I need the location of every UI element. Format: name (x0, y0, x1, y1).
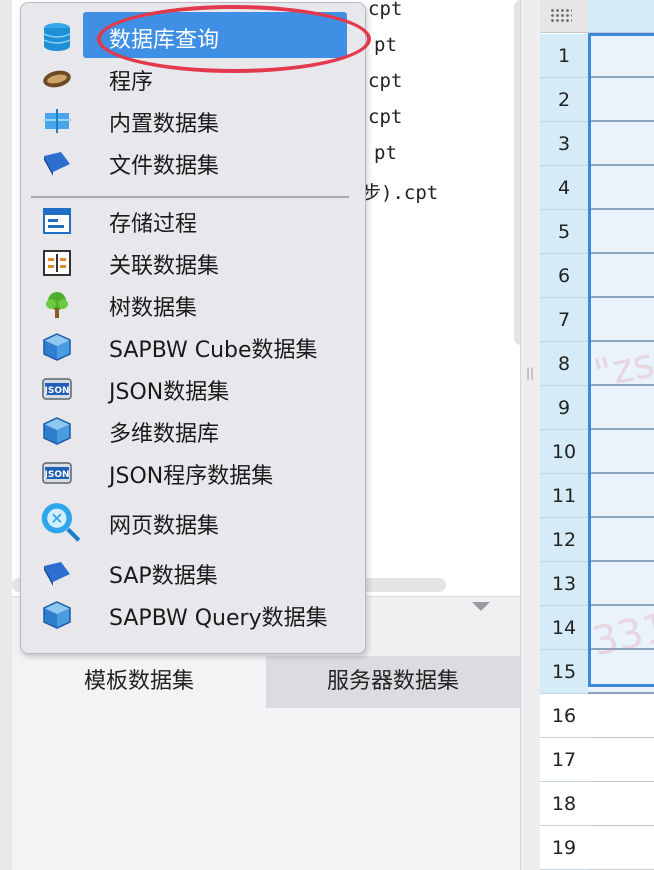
row-header[interactable]: 1 (540, 34, 588, 78)
menu-item-label: JSON程序数据集 (109, 464, 274, 489)
menu-item-label: SAPBW Query数据集 (109, 606, 328, 631)
row-header[interactable]: 18 (540, 782, 588, 826)
row-header[interactable]: 9 (540, 386, 588, 430)
builtin-dataset-icon (43, 109, 71, 133)
grid-cell[interactable] (588, 562, 654, 606)
grid-cell[interactable] (588, 298, 654, 342)
row-header[interactable]: 16 (540, 694, 588, 738)
menu-item-sap-dataset[interactable]: SAP数据集 (21, 552, 365, 594)
cube-icon (43, 417, 71, 445)
file-dataset-icon (44, 152, 70, 176)
menu-item-label: 关联数据集 (109, 254, 220, 279)
menu-item-json-dataset[interactable]: JSON JSON数据集 (21, 368, 365, 410)
row-header[interactable]: 10 (540, 430, 588, 474)
grid-cell[interactable] (588, 518, 654, 562)
menu-item-json-program-dataset[interactable]: JSON JSON程序数据集 (21, 452, 365, 494)
menu-item-tree-dataset[interactable]: 树数据集 (21, 284, 365, 326)
grid-cell[interactable] (588, 34, 654, 78)
json-icon: JSON (42, 462, 72, 484)
menu-item-label: JSON数据集 (109, 380, 230, 405)
menu-item-sapbw-query[interactable]: SAPBW Query数据集 (21, 594, 365, 636)
grid-cell[interactable] (588, 782, 654, 826)
row-header[interactable]: 15 (540, 650, 588, 694)
grid-cell[interactable] (588, 78, 654, 122)
database-icon (43, 23, 71, 51)
menu-item-label: 网页数据集 (109, 514, 220, 539)
menu-item-label: 存储过程 (109, 212, 198, 237)
grid-cell[interactable] (588, 210, 654, 254)
row-header[interactable]: 17 (540, 738, 588, 782)
file-item[interactable]: pt (374, 142, 397, 164)
menu-item-builtin-dataset[interactable]: 内置数据集 (21, 100, 365, 142)
sap-icon (44, 562, 70, 586)
grid-corner[interactable] (540, 0, 588, 33)
tab-server-dataset[interactable]: 服务器数据集 (266, 656, 520, 708)
cube-icon (43, 333, 71, 361)
menu-item-label: SAPBW Cube数据集 (109, 338, 318, 363)
grid-cell[interactable] (588, 474, 654, 518)
grid-cell[interactable] (588, 738, 654, 782)
menu-item-label: 多维数据库 (109, 422, 220, 447)
row-header[interactable]: 14 (540, 606, 588, 650)
grid-dots-icon (550, 8, 572, 24)
row-header[interactable]: 6 (540, 254, 588, 298)
file-item[interactable]: cpt (368, 106, 402, 128)
grid-cell[interactable] (588, 122, 654, 166)
row-header[interactable]: 19 (540, 826, 588, 870)
menu-item-web-dataset[interactable]: 网页数据集 (21, 498, 365, 548)
tab-content-area (12, 708, 520, 870)
web-search-icon (41, 503, 81, 542)
row-header[interactable]: 5 (540, 210, 588, 254)
stored-procedure-icon (43, 208, 71, 234)
menu-item-related-dataset[interactable]: 关联数据集 (21, 242, 365, 284)
divider-grip-icon[interactable]: || (526, 366, 534, 380)
row-header[interactable]: 3 (540, 122, 588, 166)
json-icon: JSON (42, 378, 72, 400)
grid-cell[interactable] (588, 430, 654, 474)
row-header[interactable]: 12 (540, 518, 588, 562)
dataset-tabs: 模板数据集 服务器数据集 (12, 656, 520, 708)
grid-cell[interactable] (588, 254, 654, 298)
program-bean-icon (43, 70, 71, 88)
row-header[interactable]: 7 (540, 298, 588, 342)
row-header[interactable]: 13 (540, 562, 588, 606)
menu-item-label: 内置数据集 (109, 112, 220, 137)
row-header[interactable]: 11 (540, 474, 588, 518)
cube-icon (43, 601, 71, 629)
menu-item-file-dataset[interactable]: 文件数据集 (21, 142, 365, 184)
spreadsheet-grid: 1 2 3 4 5 6 7 8 9 10 11 12 13 14 15 16 17 18 19 (540, 0, 654, 870)
tree-icon (46, 292, 68, 318)
menu-item-olap-database[interactable]: 多维数据库 (21, 410, 365, 452)
menu-separator (31, 196, 349, 198)
menu-item-label: SAP数据集 (109, 564, 218, 589)
grid-cell[interactable] (588, 694, 654, 738)
panel-divider[interactable] (520, 0, 542, 870)
collapse-arrow-icon[interactable] (472, 602, 490, 611)
file-item[interactable]: cpt (368, 70, 402, 92)
menu-item-label: 程序 (109, 70, 154, 95)
svg-text:JSON: JSON (43, 386, 69, 396)
annotation-ellipse (97, 5, 371, 73)
related-dataset-icon (43, 250, 71, 276)
svg-text:JSON: JSON (43, 470, 69, 480)
new-dataset-menu: 数据库查询 程序 内置数据集 文件数据集 存储过程 关联数据集 树数据集 SAP… (20, 2, 371, 654)
grid-cell[interactable] (588, 166, 654, 210)
menu-item-sapbw-cube[interactable]: SAPBW Cube数据集 (21, 326, 365, 368)
file-item[interactable]: pt (374, 34, 397, 56)
grid-cell[interactable] (588, 826, 654, 870)
row-header[interactable]: 4 (540, 166, 588, 210)
menu-item-stored-procedure[interactable]: 存储过程 (21, 200, 365, 242)
row-header[interactable]: 8 (540, 342, 588, 386)
column-header-a[interactable] (588, 0, 654, 33)
menu-item-label: 文件数据集 (109, 154, 220, 179)
file-item[interactable]: cpt (368, 0, 402, 20)
file-item[interactable]: 步).cpt (362, 178, 438, 205)
menu-item-label: 树数据集 (109, 296, 198, 321)
tab-template-dataset[interactable]: 模板数据集 (12, 656, 266, 708)
row-header[interactable]: 2 (540, 78, 588, 122)
